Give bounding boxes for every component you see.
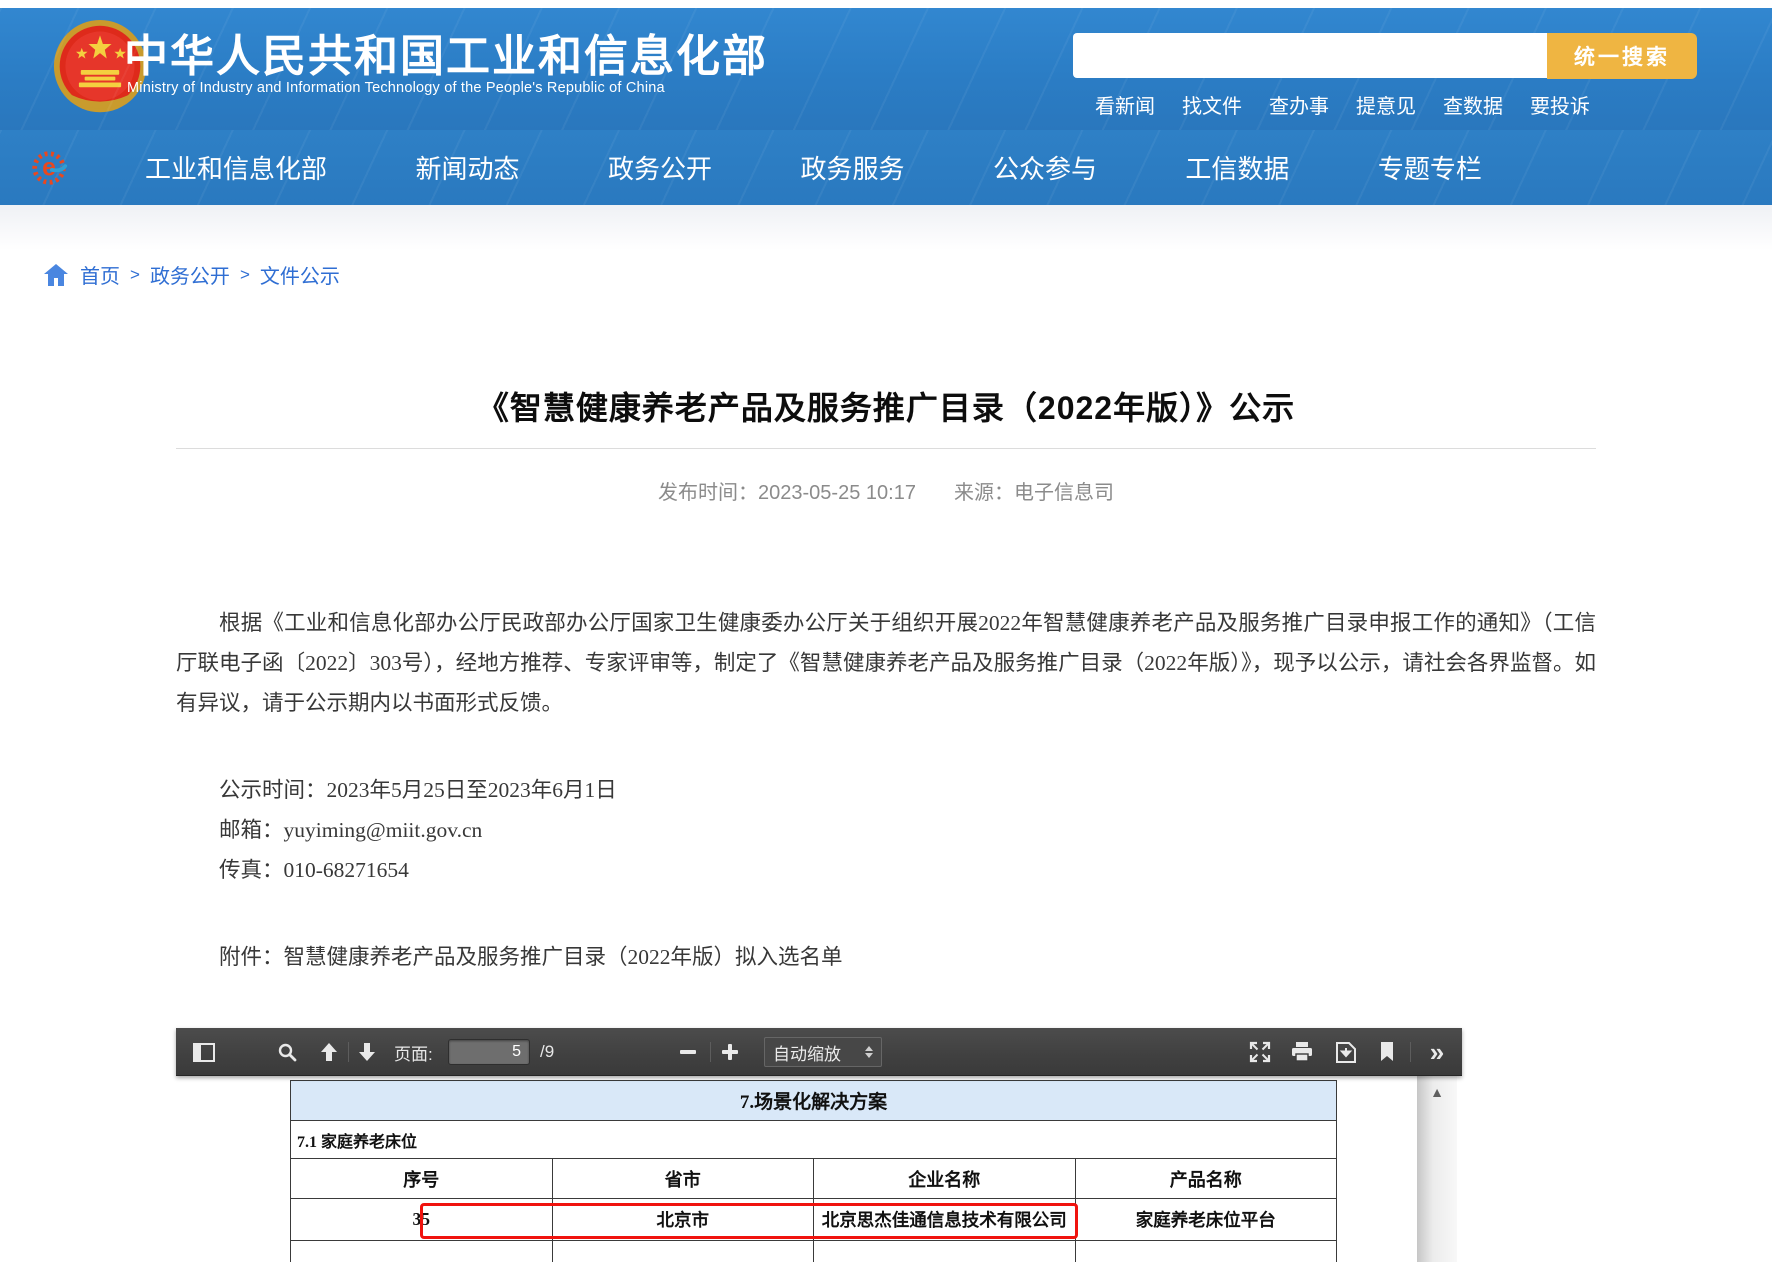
- table-subsection-title: 7.1 家庭养老床位: [291, 1121, 1337, 1159]
- page-total: /9: [540, 1028, 554, 1076]
- table-subsection-row: 7.1 家庭养老床位: [291, 1121, 1337, 1159]
- nav-item-data[interactable]: 工信数据: [1185, 149, 1289, 186]
- publish-time-label: 发布时间：: [658, 482, 758, 504]
- pdf-page: 7.场景化解决方案 7.1 家庭养老床位 序号 省市 企业名称 产品名称 35 …: [176, 1076, 1462, 1262]
- breadcrumb-separator: >: [130, 265, 140, 285]
- main-nav: e 工业和信息化部 新闻动态 政务公开 政务服务 公众参与 工信数据 专题专栏: [0, 130, 1772, 205]
- quick-link-files[interactable]: 找文件: [1182, 90, 1242, 119]
- article-meta: 发布时间：2023-05-25 10:17 来源：电子信息司: [0, 476, 1772, 505]
- quick-links: 看新闻 找文件 查办事 提意见 查数据 要投诉: [1095, 90, 1590, 119]
- nav-item-miit[interactable]: 工业和信息化部: [145, 149, 327, 186]
- quick-link-suggest[interactable]: 提意见: [1356, 90, 1416, 119]
- page-root: 中华人民共和国工业和信息化部 Ministry of Industry and …: [0, 0, 1772, 1262]
- table-header-row: 序号 省市 企业名称 产品名称: [291, 1159, 1337, 1199]
- attachment-line: 附件：智慧健康养老产品及服务推广目录（2022年版）拟入选名单: [176, 937, 1596, 977]
- publish-time: 2023-05-25 10:17: [758, 482, 916, 504]
- table-row-partial: [291, 1241, 1337, 1262]
- toolbar-divider: [710, 1042, 711, 1062]
- site-header: 中华人民共和国工业和信息化部 Ministry of Industry and …: [0, 8, 1772, 130]
- presentation-mode-icon[interactable]: [1244, 1028, 1276, 1076]
- nav-item-gov-open[interactable]: 政务公开: [608, 149, 712, 186]
- download-icon[interactable]: [1330, 1028, 1362, 1076]
- miit-logo-icon: e: [28, 147, 70, 189]
- select-arrows-icon: [865, 1046, 873, 1058]
- home-icon[interactable]: [44, 264, 68, 286]
- nav-item-news[interactable]: 新闻动态: [415, 149, 519, 186]
- quick-link-data[interactable]: 查数据: [1443, 90, 1503, 119]
- quick-link-services[interactable]: 查办事: [1269, 90, 1329, 119]
- col-header-no: 序号: [291, 1159, 553, 1199]
- print-icon[interactable]: [1286, 1028, 1318, 1076]
- zoom-in-icon[interactable]: [716, 1028, 744, 1076]
- nav-item-special[interactable]: 专题专栏: [1378, 149, 1482, 186]
- zoom-out-icon[interactable]: [674, 1028, 702, 1076]
- breadcrumb-bar: 首页 > 政务公开 > 文件公示: [0, 205, 1772, 300]
- breadcrumb-separator: >: [240, 265, 250, 285]
- toolbar-divider: [348, 1042, 349, 1062]
- table-section-row: 7.场景化解决方案: [291, 1081, 1337, 1121]
- bookmark-icon[interactable]: [1374, 1028, 1400, 1076]
- zoom-mode-select[interactable]: 自动缩放: [764, 1037, 882, 1067]
- quick-link-complaint[interactable]: 要投诉: [1530, 90, 1590, 119]
- pdf-viewer: 页面: /9 自动缩放: [176, 1028, 1462, 1262]
- breadcrumb: 首页 > 政务公开 > 文件公示: [44, 260, 340, 289]
- page-label: 页面:: [394, 1028, 433, 1076]
- col-header-province: 省市: [552, 1159, 814, 1199]
- page-title: 《智慧健康养老产品及服务推广目录（2022年版）》公示: [0, 383, 1772, 429]
- title-divider: [176, 448, 1596, 449]
- search-input[interactable]: [1073, 33, 1547, 78]
- quick-link-news[interactable]: 看新闻: [1095, 90, 1155, 119]
- svg-text:e: e: [42, 155, 56, 182]
- cell-product: 家庭养老床位平台: [1075, 1199, 1337, 1241]
- unified-search-button[interactable]: 统一搜索: [1547, 33, 1697, 79]
- red-highlight-annotation: [420, 1203, 1078, 1239]
- site-title: 中华人民共和国工业和信息化部: [124, 20, 768, 84]
- pdf-toolbar: 页面: /9 自动缩放: [176, 1028, 1462, 1076]
- page-number-input[interactable]: [448, 1039, 530, 1065]
- nav-items: 工业和信息化部 新闻动态 政务公开 政务服务 公众参与 工信数据 专题专栏: [145, 130, 1482, 205]
- pdf-scrollbar[interactable]: ▲: [1417, 1076, 1457, 1262]
- source-label: 来源：: [954, 482, 1014, 504]
- notice-period-line: 公示时间：2023年5月25日至2023年6月1日: [176, 770, 1596, 810]
- nav-item-participation[interactable]: 公众参与: [993, 149, 1097, 186]
- table-section-title: 7.场景化解决方案: [291, 1081, 1337, 1121]
- toolbar-divider: [1410, 1042, 1411, 1062]
- breadcrumb-current[interactable]: 文件公示: [260, 260, 340, 289]
- article-body: 根据《工业和信息化部办公厅民政部办公厅国家卫生健康委办公厅关于组织开展2022年…: [176, 603, 1596, 977]
- fax-line: 传真：010-68271654: [176, 850, 1596, 890]
- col-header-product: 产品名称: [1075, 1159, 1337, 1199]
- site-title-en: Ministry of Industry and Information Tec…: [127, 80, 665, 96]
- breadcrumb-gov-open[interactable]: 政务公开: [150, 260, 230, 289]
- previous-page-icon[interactable]: [314, 1028, 344, 1076]
- toolbar-more-icon[interactable]: »: [1420, 1028, 1454, 1076]
- next-page-icon[interactable]: [352, 1028, 382, 1076]
- col-header-company: 企业名称: [814, 1159, 1076, 1199]
- scroll-up-icon[interactable]: ▲: [1417, 1084, 1457, 1100]
- sidebar-toggle-icon[interactable]: [188, 1028, 220, 1076]
- email-line: 邮箱：yuyiming@miit.gov.cn: [176, 810, 1596, 850]
- breadcrumb-home[interactable]: 首页: [80, 260, 120, 289]
- zoom-mode-value: 自动缩放: [773, 1040, 841, 1065]
- nav-item-gov-service[interactable]: 政务服务: [800, 149, 904, 186]
- article-paragraph: 根据《工业和信息化部办公厅民政部办公厅国家卫生健康委办公厅关于组织开展2022年…: [176, 603, 1596, 723]
- source-value: 电子信息司: [1014, 482, 1114, 504]
- search-icon[interactable]: [272, 1028, 302, 1076]
